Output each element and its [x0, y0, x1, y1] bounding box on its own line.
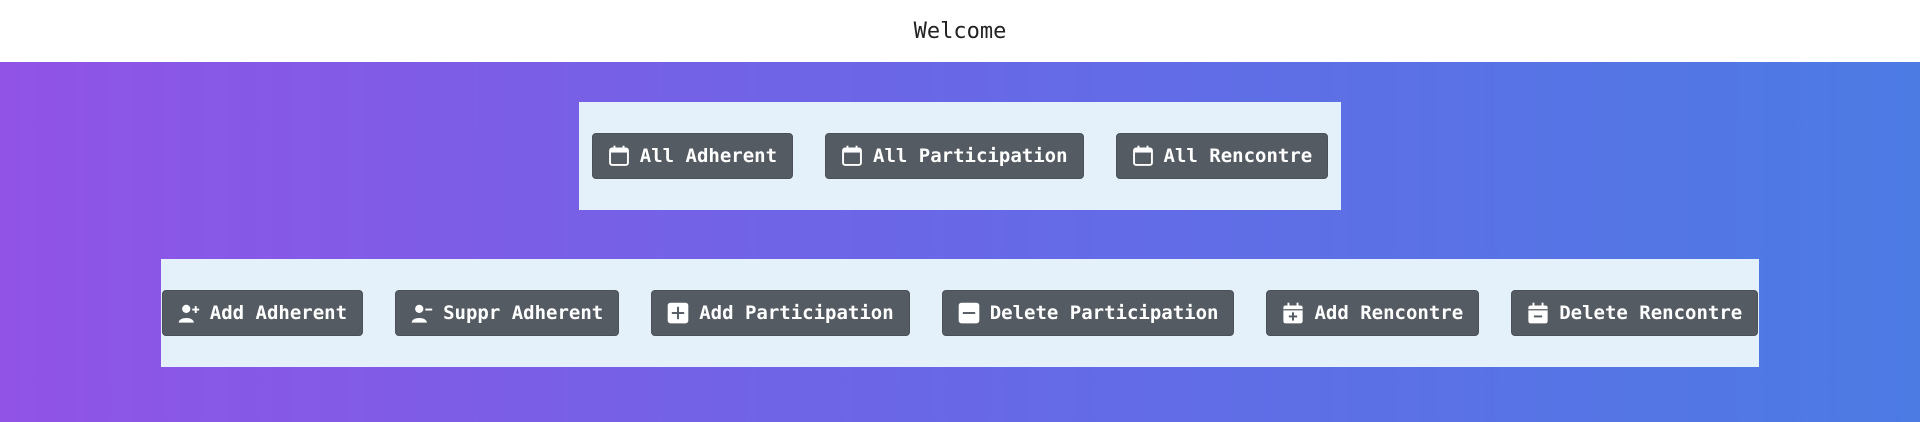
- calendar-icon: [1132, 145, 1154, 167]
- view-all-panel: All Adherent All Participation All Renco…: [579, 102, 1341, 210]
- user-minus-icon: [411, 302, 433, 324]
- all-participation-label: All Participation: [873, 145, 1068, 167]
- delete-participation-button[interactable]: Delete Participation: [941, 290, 1235, 336]
- plus-square-icon: [667, 302, 689, 324]
- all-rencontre-button[interactable]: All Rencontre: [1115, 133, 1329, 179]
- add-adherent-label: Add Adherent: [209, 302, 348, 324]
- delete-participation-label: Delete Participation: [989, 302, 1219, 324]
- all-adherent-label: All Adherent: [639, 145, 778, 167]
- all-participation-button[interactable]: All Participation: [825, 133, 1084, 179]
- delete-rencontre-label: Delete Rencontre: [1559, 302, 1743, 324]
- add-participation-label: Add Participation: [699, 302, 894, 324]
- calendar-plus-icon: [1282, 302, 1304, 324]
- main-area: All Adherent All Participation All Renco…: [0, 62, 1920, 422]
- page-title: Welcome: [913, 18, 1007, 44]
- page-header: Welcome: [0, 0, 1920, 62]
- delete-rencontre-button[interactable]: Delete Rencontre: [1511, 290, 1759, 336]
- add-participation-button[interactable]: Add Participation: [651, 290, 910, 336]
- suppr-adherent-button[interactable]: Suppr Adherent: [395, 290, 620, 336]
- actions-panel: Add Adherent Suppr Adherent Add Particip…: [161, 259, 1759, 367]
- user-plus-icon: [178, 302, 200, 324]
- all-rencontre-label: All Rencontre: [1163, 145, 1313, 167]
- add-rencontre-button[interactable]: Add Rencontre: [1266, 290, 1480, 336]
- suppr-adherent-label: Suppr Adherent: [443, 302, 604, 324]
- minus-square-icon: [958, 302, 980, 324]
- add-adherent-button[interactable]: Add Adherent: [161, 290, 364, 336]
- calendar-icon: [608, 145, 630, 167]
- calendar-minus-icon: [1527, 302, 1549, 324]
- calendar-icon: [841, 145, 863, 167]
- all-adherent-button[interactable]: All Adherent: [591, 133, 794, 179]
- add-rencontre-label: Add Rencontre: [1314, 302, 1464, 324]
